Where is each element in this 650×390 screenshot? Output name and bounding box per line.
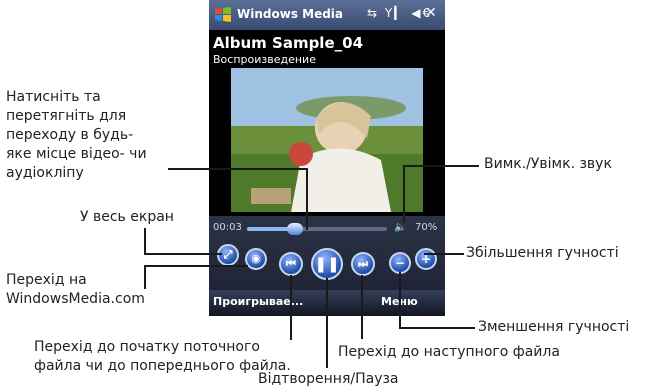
annotation-play-pause: Відтворення/Пауза	[258, 371, 399, 387]
app-title: Windows Media	[237, 7, 344, 21]
elapsed-time: 00:03	[213, 222, 242, 233]
annotation-next-file: Перехід до наступного файла	[338, 344, 560, 360]
leader-line	[403, 165, 405, 223]
seek-thumb[interactable]	[286, 223, 303, 235]
fullscreen-button[interactable]: ⤢	[217, 244, 239, 266]
leader-line	[290, 275, 292, 340]
play-pause-button[interactable]: ❚❚	[311, 248, 343, 280]
annotation-prev-file: Перехід до початку поточного файла чи до…	[34, 338, 291, 376]
annotation-line: аудіокліпу	[6, 165, 84, 181]
annotation-line: перетягніть для	[6, 108, 127, 124]
leader-line	[403, 165, 479, 167]
leader-line	[144, 253, 222, 255]
leader-line	[424, 253, 464, 255]
previous-button[interactable]: ⏮	[279, 252, 303, 276]
album-title: Album Sample_04	[213, 34, 363, 52]
close-icon[interactable]: ✕	[425, 5, 437, 21]
windows-logo-icon[interactable]	[213, 6, 233, 24]
volume-down-button[interactable]: −	[389, 252, 411, 274]
volume-up-button[interactable]: +	[415, 248, 437, 270]
annotation-windowsmedia: Перехід на WindowsMedia.com	[6, 271, 145, 309]
annotation-line: яке місце відео- чи	[6, 146, 147, 162]
speaker-icon[interactable]: 🔈	[394, 222, 406, 233]
playback-status: Воспроизведение	[213, 53, 316, 66]
annotation-line: Перехід до початку поточного	[34, 339, 260, 355]
leader-line	[144, 265, 146, 289]
annotation-fullscreen: У весь екран	[80, 209, 174, 225]
title-bar: Windows Media ⇆ Y▎ ◀€ ✕	[209, 0, 445, 30]
annotation-line: Натисніть та	[6, 89, 101, 105]
annotation-line: WindowsMedia.com	[6, 291, 145, 307]
annotation-volume-down: Зменшення гучності	[478, 319, 630, 335]
volume-level: 70%	[415, 222, 438, 233]
leader-line	[361, 275, 363, 339]
annotation-line: файла чи до попереднього файла.	[34, 358, 291, 374]
phone-screen: Windows Media ⇆ Y▎ ◀€ ✕ Album Sample_04 …	[209, 0, 445, 316]
next-button[interactable]: ⏭	[351, 252, 375, 276]
annotation-line: Перехід на	[6, 272, 87, 288]
video-image	[231, 68, 423, 212]
annotation-volume-up: Збільшення гучності	[466, 245, 619, 261]
leader-line	[399, 272, 401, 328]
leader-line	[144, 265, 248, 267]
annotation-drag-seek: Натисніть та перетягніть для переходу в …	[6, 88, 147, 183]
connectivity-signal-speaker-icon[interactable]: ⇆ Y▎ ◀€	[367, 6, 432, 20]
video-frame[interactable]	[231, 68, 423, 212]
leader-line	[399, 327, 475, 329]
annotation-line: переходу в будь-	[6, 127, 134, 143]
leader-line	[144, 228, 146, 254]
leader-line	[306, 168, 308, 230]
progress-track[interactable]	[247, 223, 387, 235]
leader-line	[168, 168, 308, 170]
leader-line	[326, 278, 328, 368]
windowsmedia-button[interactable]: ◉	[245, 248, 267, 270]
annotation-mute: Вимк./Увімк. звук	[484, 156, 612, 172]
